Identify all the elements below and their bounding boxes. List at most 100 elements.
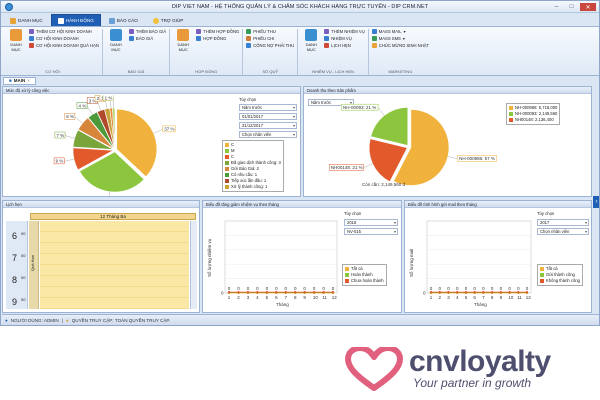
data-point [525,291,529,294]
button-label: DANH MỤC [177,42,189,52]
collapse-arrow-icon[interactable]: ‹ [593,196,599,208]
button-label: THÊM BÁO GIÁ [135,29,167,34]
contract-icon [196,36,202,41]
x-tick-label: 12 [332,295,338,300]
calendar-scrollbar[interactable] [190,221,197,309]
calendar-overdue-strip: Quá Hạn [29,221,39,309]
button-label: CHÚC MỪNG SINH NHẬT [378,43,430,48]
data-point [517,291,520,294]
hop-dong-button[interactable]: HỢP ĐỒNG [196,36,239,41]
danh-muc-bao-gia-button[interactable]: DANH MỤC [106,29,126,52]
data-point [227,291,231,294]
to-date-input[interactable]: 31/12/2017 ▾ [239,122,297,129]
sms-icon [371,36,377,41]
x-tick-label: 7 [482,295,485,300]
tab-hanh-dong[interactable]: HÀNH ĐỘNG [50,14,101,26]
brand-logo: cnvloyalty Your partner in growth [345,345,590,392]
ribbon: DANH MỤC THÊM CƠ HỘI KINH DOANH CƠ HỘI K… [1,26,599,76]
y-tick-label: 0 [423,291,426,296]
tab-bao-cao[interactable]: BÁO CÁO [102,14,145,26]
phieu-thu-button[interactable]: PHIẾU THU [246,29,294,34]
nhiem-vu-button[interactable]: NHIỆM VỤ [324,36,365,41]
panel-revenue: Doanh thu theo Sản phẩm Năm trước ▾ NH-00… [303,86,592,197]
data-point [293,291,297,294]
status-access: QUYỀN TRUY CẬP: TOÀN QUYỀN TRUY CẬP. [71,317,171,323]
close-button[interactable]: ✕ [580,3,596,11]
hour-label: 9 [12,297,18,307]
danh-muc-co-hoi-button[interactable]: DANH MỤC [6,29,26,52]
tab-danh-muc[interactable]: DANH MỤC [3,14,50,26]
data-point [508,291,511,294]
status-user: NGƯỜI DÙNG: ADMIN [10,317,59,323]
co-hoi-qua-han-button[interactable]: CƠ HỘI KINH DOANH QUÁ HẠN [29,43,99,48]
chevron-down-icon: ▾ [292,123,295,128]
data-point [246,291,250,294]
x-tick-label: 9 [303,295,306,300]
them-co-hoi-button[interactable]: THÊM CƠ HỘI KINH DOANH [29,29,99,34]
legend-swatch [225,185,229,189]
co-hoi-button[interactable]: CƠ HỘI KINH DOANH [29,36,99,41]
danh-muc-hop-dong-button[interactable]: DANH MỤC [173,29,193,52]
chuc-mung-sinh-nhat-button[interactable]: CHÚC MỪNG SINH NHẬT [371,43,430,48]
x-tick-label: 12 [526,295,532,300]
button-label: THÊM NHIỆM VỤ [331,29,365,34]
data-point [455,291,459,294]
from-date-input[interactable]: 01/01/2017 ▾ [239,113,297,120]
logo-wordmark: cnvloyalty [409,345,551,378]
pie-label: 37 % [164,127,174,132]
cong-no-button[interactable]: CÔNG NỢ PHẢI THU [246,43,294,48]
close-icon[interactable]: × [27,78,30,83]
ribbon-group-nhiem-vu: DANH MỤC THÊM NHIỆM VỤ NHIỆM VỤ LỊCH HẸN… [298,29,369,75]
legend-label: Không thành công [546,278,580,283]
tab-label: MAIN [13,78,26,83]
panel-task-chart: Biểu đồ tăng giảm nhiệm vụ theo tháng Tù… [202,200,402,313]
separator: | [61,317,63,323]
option-label: Tùy chọn [239,97,257,102]
them-nhiem-vu-button[interactable]: THÊM NHIỆM VỤ [324,29,365,34]
mass-mail-button[interactable]: MASS MAIL ▾ [371,29,429,34]
y-axis-label: Số lượng nhiệm vụ [207,238,212,277]
x-tick-label: 3 [247,295,250,300]
maximize-button[interactable]: □ [565,3,578,11]
pie-leader-line [65,135,75,139]
button-label: BÁO GIÁ [135,36,154,41]
group-caption: BÁO GIÁ [127,69,145,74]
x-tick-label: 2 [237,295,240,300]
logo-tagline: Your partner in growth [413,376,532,390]
staff-select[interactable]: Chọn nhân viên ▾ [239,131,297,138]
data-point [265,291,269,294]
pie-leader-line [377,107,385,116]
legend-swatch [225,149,229,153]
chevron-down-icon: ▾ [403,29,406,34]
task-line-chart: 1020304050607080901001101200ThángSố lượn… [207,220,338,307]
mass-sms-button[interactable]: MASS SMS ▾ [371,36,429,41]
data-point [482,291,485,294]
group-caption: SỔ QUỸ [262,69,279,74]
period-select[interactable]: Năm trước ▾ [239,104,297,111]
minimize-button[interactable]: – [550,3,563,11]
y-axis-label: Số lượng mail [409,249,414,277]
pie-leader-line [74,116,83,124]
user-icon: ● [5,317,8,323]
list-icon [10,29,22,41]
tab-main[interactable]: ■ MAIN × [3,76,36,85]
danh-muc-nhiem-vu-button[interactable]: DANH MỤC [301,29,321,52]
calendar-grid[interactable] [40,221,189,309]
chevron-down-icon: ▾ [292,105,295,110]
bao-gia-button[interactable]: BÁO GIÁ [128,36,166,41]
data-point [322,291,325,294]
lich-hen-button[interactable]: LỊCH HẸN [324,43,365,48]
button-label: MASS SMS [378,36,401,41]
data-point [447,291,450,294]
window-title: DIP VIET NAM - HỆ THỐNG QUẢN LÝ & CHĂM S… [171,3,429,10]
chart-icon [108,17,115,24]
tab-label: BÁO CÁO [116,18,138,23]
home-icon: ■ [9,78,12,83]
tab-tro-giup[interactable]: TRỢ GIÚP [146,14,191,26]
phieu-chi-button[interactable]: PHIẾU CHI [246,36,294,41]
calendar-date-header: 12 Tháng Ba [30,213,196,220]
legend-swatch [225,161,229,165]
x-tick-label: 8 [491,295,494,300]
them-bao-gia-button[interactable]: THÊM BÁO GIÁ [128,29,167,34]
them-hop-dong-button[interactable]: THÊM HỢP ĐỒNG [196,29,239,34]
